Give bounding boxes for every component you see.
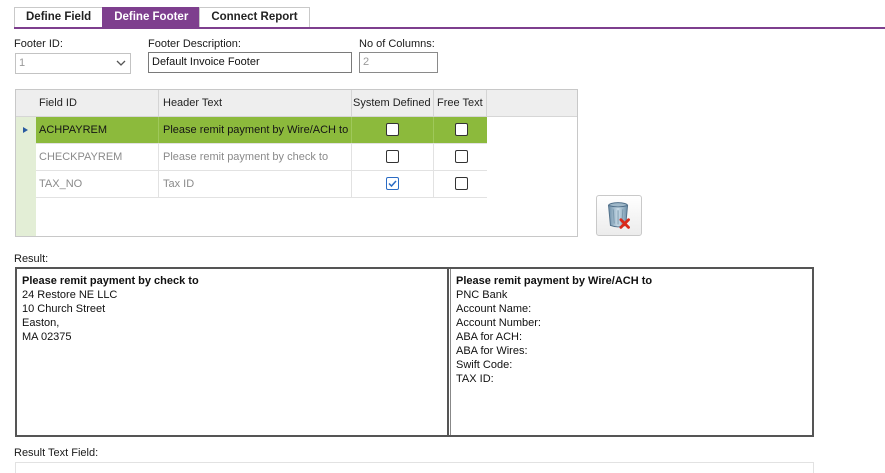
result-right-line: ABA for Wires: xyxy=(456,345,528,357)
result-column-right: Please remit payment by Wire/ACH to PNC … xyxy=(451,269,812,435)
cell-separator xyxy=(351,144,352,170)
cell-separator xyxy=(433,117,434,143)
result-left-line: 10 Church Street xyxy=(22,303,106,315)
footer-id-value: 1 xyxy=(19,57,26,69)
footer-description-label: Footer Description: xyxy=(148,38,241,50)
header-separator xyxy=(433,90,434,117)
result-right-line: PNC Bank xyxy=(456,289,508,301)
current-row-pointer-icon xyxy=(23,127,28,133)
result-right-line: ABA for ACH: xyxy=(456,331,523,343)
tab-underline xyxy=(14,27,885,29)
header-separator xyxy=(351,90,352,117)
system-defined-checkbox[interactable] xyxy=(386,123,399,136)
free-text-checkbox[interactable] xyxy=(455,150,468,163)
header-separator xyxy=(486,90,487,117)
column-header-field-id[interactable]: Field ID xyxy=(39,90,77,117)
cell-separator xyxy=(158,144,159,170)
system-defined-checkbox[interactable] xyxy=(386,177,399,190)
table-row[interactable]: ACHPAYREM Please remit payment by Wire/A… xyxy=(36,117,487,144)
grid-header: Field ID Header Text System Defined Free… xyxy=(16,90,577,117)
column-header-free-text[interactable]: Free Text xyxy=(437,90,483,117)
cell-field-id: CHECKPAYREM xyxy=(39,151,123,163)
result-label: Result: xyxy=(14,253,49,265)
columns-label: No of Columns: xyxy=(359,38,435,50)
tab-define-field[interactable]: Define Field xyxy=(14,7,104,27)
free-text-checkbox[interactable] xyxy=(455,123,468,136)
cell-separator xyxy=(351,117,352,143)
footer-id-select[interactable]: 1 xyxy=(15,53,131,74)
free-text-checkbox[interactable] xyxy=(455,177,468,190)
result-text-field-label: Result Text Field: xyxy=(14,447,99,459)
result-left-title: Please remit payment by check to xyxy=(22,275,199,287)
result-text-field[interactable] xyxy=(15,462,814,473)
result-preview: Please remit payment by check to 24 Rest… xyxy=(15,267,814,437)
delete-row-button[interactable] xyxy=(596,195,642,236)
result-right-line: Swift Code: xyxy=(456,359,513,371)
cell-header-text: Tax ID xyxy=(163,178,195,190)
header-separator xyxy=(158,90,159,117)
checkmark-icon xyxy=(388,180,397,188)
columns-input[interactable]: 2 xyxy=(359,52,438,73)
cell-field-id: TAX_NO xyxy=(39,178,83,190)
result-column-left: Please remit payment by check to 24 Rest… xyxy=(17,269,449,435)
result-left-line: Easton, xyxy=(22,317,60,329)
cell-separator xyxy=(158,171,159,197)
result-right-title: Please remit payment by Wire/ACH to xyxy=(456,275,653,287)
result-right-line: Account Name: xyxy=(456,303,532,315)
cell-separator xyxy=(433,144,434,170)
tab-define-footer[interactable]: Define Footer xyxy=(102,7,201,27)
table-row[interactable]: CHECKPAYREM Please remit payment by chec… xyxy=(36,144,487,171)
result-right-line: TAX ID: xyxy=(456,373,494,385)
footer-description-input[interactable]: Default Invoice Footer xyxy=(148,52,352,73)
footer-id-label: Footer ID: xyxy=(14,38,63,50)
result-left-line: 24 Restore NE LLC xyxy=(22,289,118,301)
cell-separator xyxy=(351,171,352,197)
tab-connect-report[interactable]: Connect Report xyxy=(199,7,310,27)
chevron-down-icon xyxy=(116,60,126,66)
cell-header-text: Please remit payment by Wire/ACH to xyxy=(163,124,349,136)
column-header-system-defined[interactable]: System Defined xyxy=(353,90,431,117)
cell-separator xyxy=(433,171,434,197)
footer-fields-grid: Field ID Header Text System Defined Free… xyxy=(15,89,578,237)
tab-bar: Define Field Define Footer Connect Repor… xyxy=(14,7,310,27)
result-left-line: MA 02375 xyxy=(22,331,72,343)
system-defined-checkbox[interactable] xyxy=(386,150,399,163)
cell-separator xyxy=(158,117,159,143)
table-row[interactable]: TAX_NO Tax ID xyxy=(36,171,487,198)
cell-header-text: Please remit payment by check to xyxy=(163,151,329,163)
column-header-header-text[interactable]: Header Text xyxy=(163,90,222,117)
trash-delete-icon xyxy=(607,202,630,229)
result-right-line: Account Number: xyxy=(456,317,541,329)
cell-field-id: ACHPAYREM xyxy=(39,124,108,136)
